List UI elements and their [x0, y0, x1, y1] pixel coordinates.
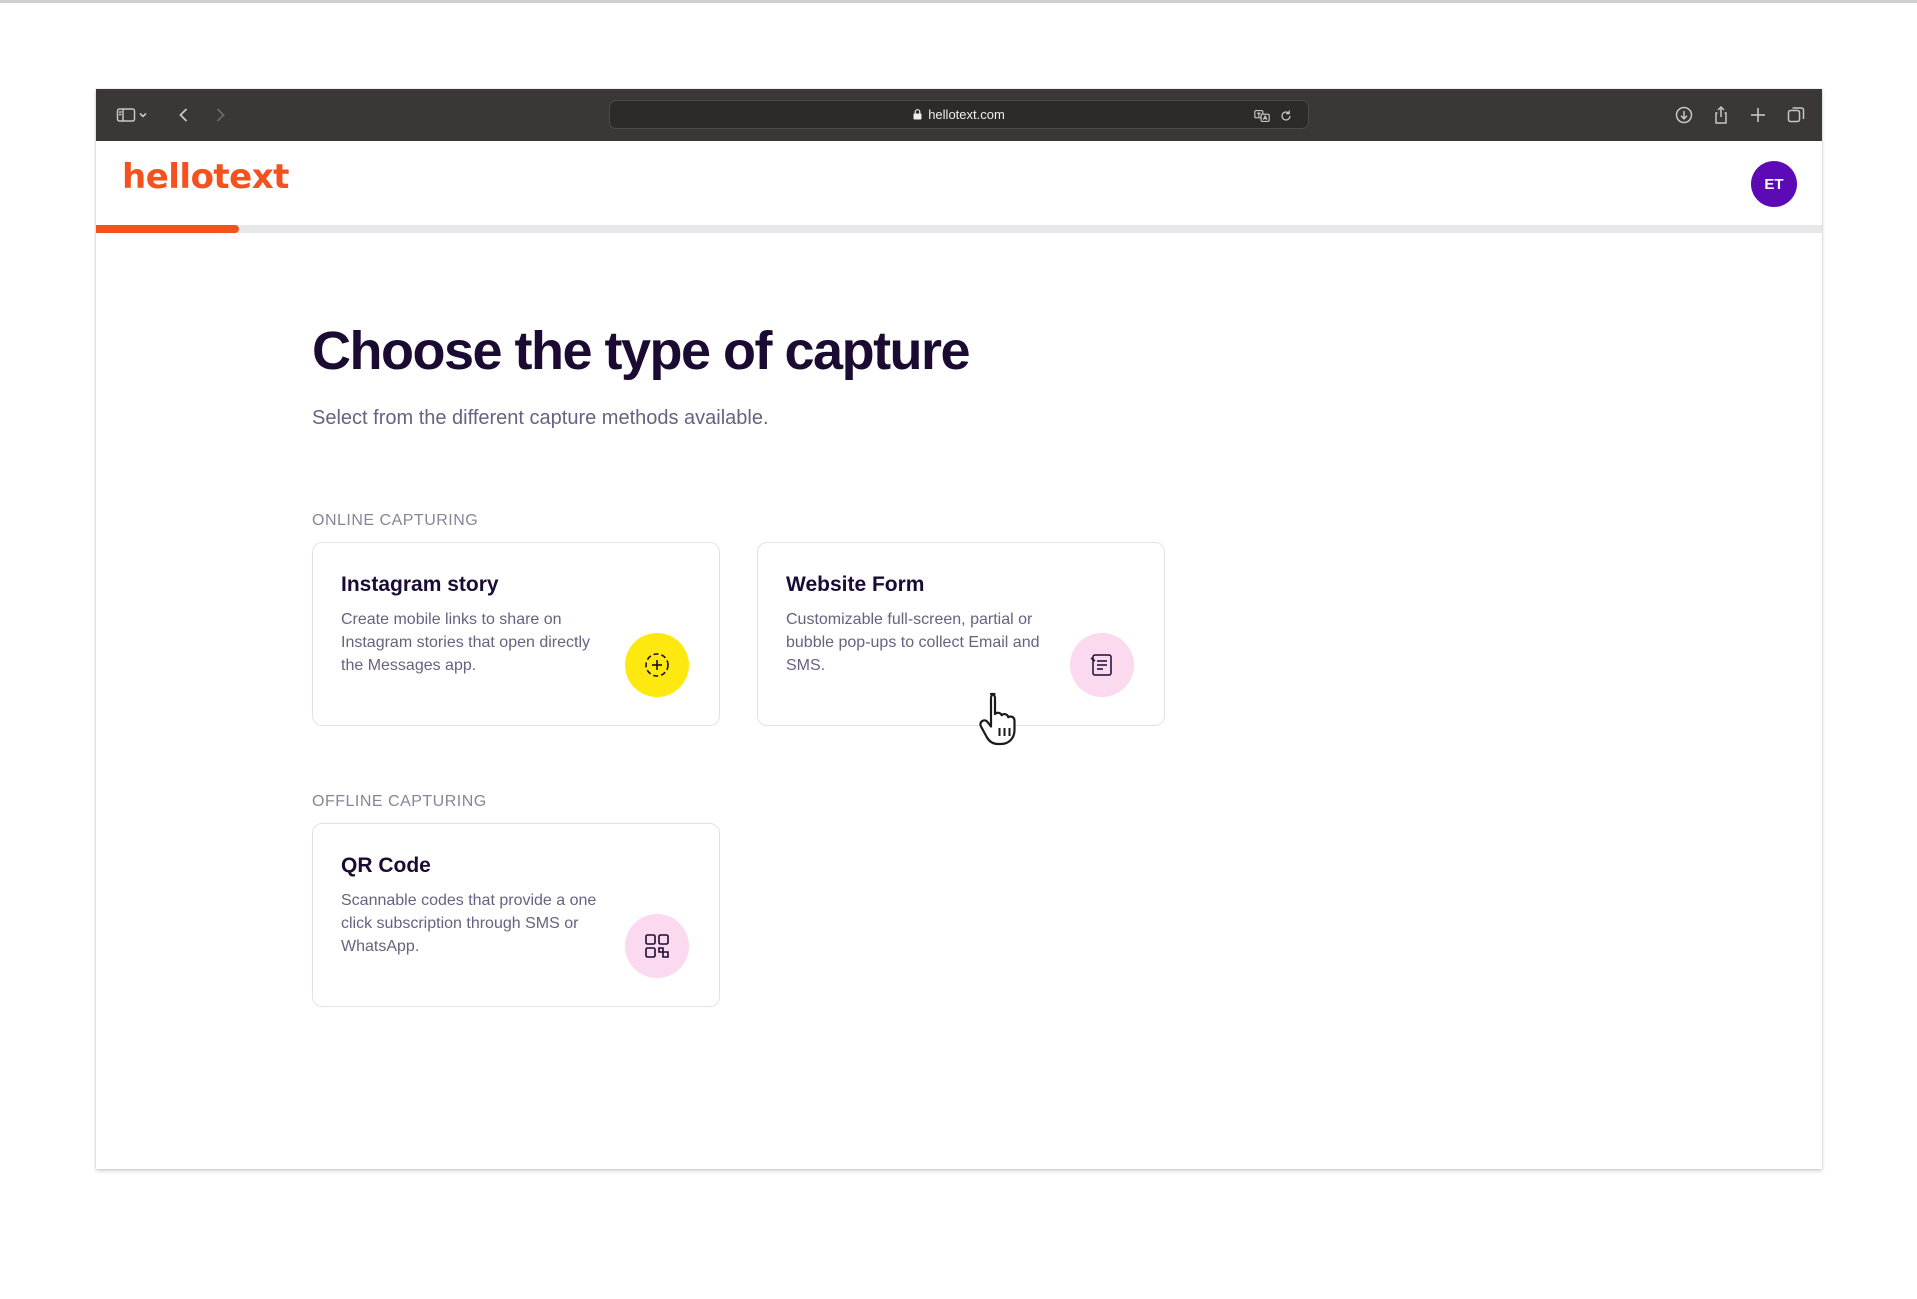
- new-tab-plus-icon[interactable]: [1746, 103, 1770, 127]
- back-arrow-icon[interactable]: [172, 103, 196, 127]
- card-title: Website Form: [786, 573, 925, 596]
- card-title: Instagram story: [341, 573, 499, 596]
- form-document-icon: [1070, 633, 1134, 697]
- card-qr-code[interactable]: QR Code Scannable codes that provide a o…: [312, 823, 720, 1007]
- browser-window: hellotext.com hellotext ET Choose the ty…: [96, 89, 1822, 1169]
- sidebar-toggle-icon[interactable]: [114, 103, 138, 127]
- browser-toolbar: hellotext.com: [96, 89, 1822, 141]
- section-label-offline: OFFLINE CAPTURING: [312, 793, 487, 810]
- progress-fill: [96, 225, 240, 233]
- address-bar[interactable]: hellotext.com: [609, 100, 1309, 129]
- url-text: hellotext.com: [928, 107, 1005, 122]
- card-website-form[interactable]: Website Form Customizable full-screen, p…: [757, 542, 1165, 726]
- reload-icon[interactable]: [1276, 106, 1296, 126]
- dashed-circle-plus-icon: [625, 633, 689, 697]
- card-description: Scannable codes that provide a one click…: [341, 892, 597, 955]
- qr-code-icon: [625, 914, 689, 978]
- chevron-down-icon[interactable]: [136, 103, 150, 127]
- app-header: hellotext ET: [96, 141, 1822, 225]
- forward-arrow-icon[interactable]: [208, 103, 232, 127]
- share-icon[interactable]: [1709, 103, 1733, 127]
- progress-track: [96, 225, 1822, 233]
- card-instagram-story[interactable]: Instagram story Create mobile links to s…: [312, 542, 720, 726]
- card-description: Customizable full-screen, partial or bub…: [786, 611, 1040, 674]
- tab-overview-icon[interactable]: [1784, 103, 1808, 127]
- card-title: QR Code: [341, 854, 431, 877]
- translate-icon[interactable]: [1252, 106, 1272, 126]
- page-top-border: [0, 0, 1917, 3]
- section-label-online: ONLINE CAPTURING: [312, 512, 479, 529]
- downloads-icon[interactable]: [1672, 103, 1696, 127]
- card-description: Create mobile links to share on Instagra…: [341, 611, 591, 674]
- lock-icon: [913, 109, 922, 120]
- user-avatar[interactable]: ET: [1751, 161, 1797, 207]
- page-title: Choose the type of capture: [312, 321, 971, 381]
- hellotext-logo[interactable]: hellotext: [122, 157, 289, 197]
- hand-pointer-cursor-icon: [979, 692, 1016, 746]
- page-subtitle: Select from the different capture method…: [312, 407, 769, 429]
